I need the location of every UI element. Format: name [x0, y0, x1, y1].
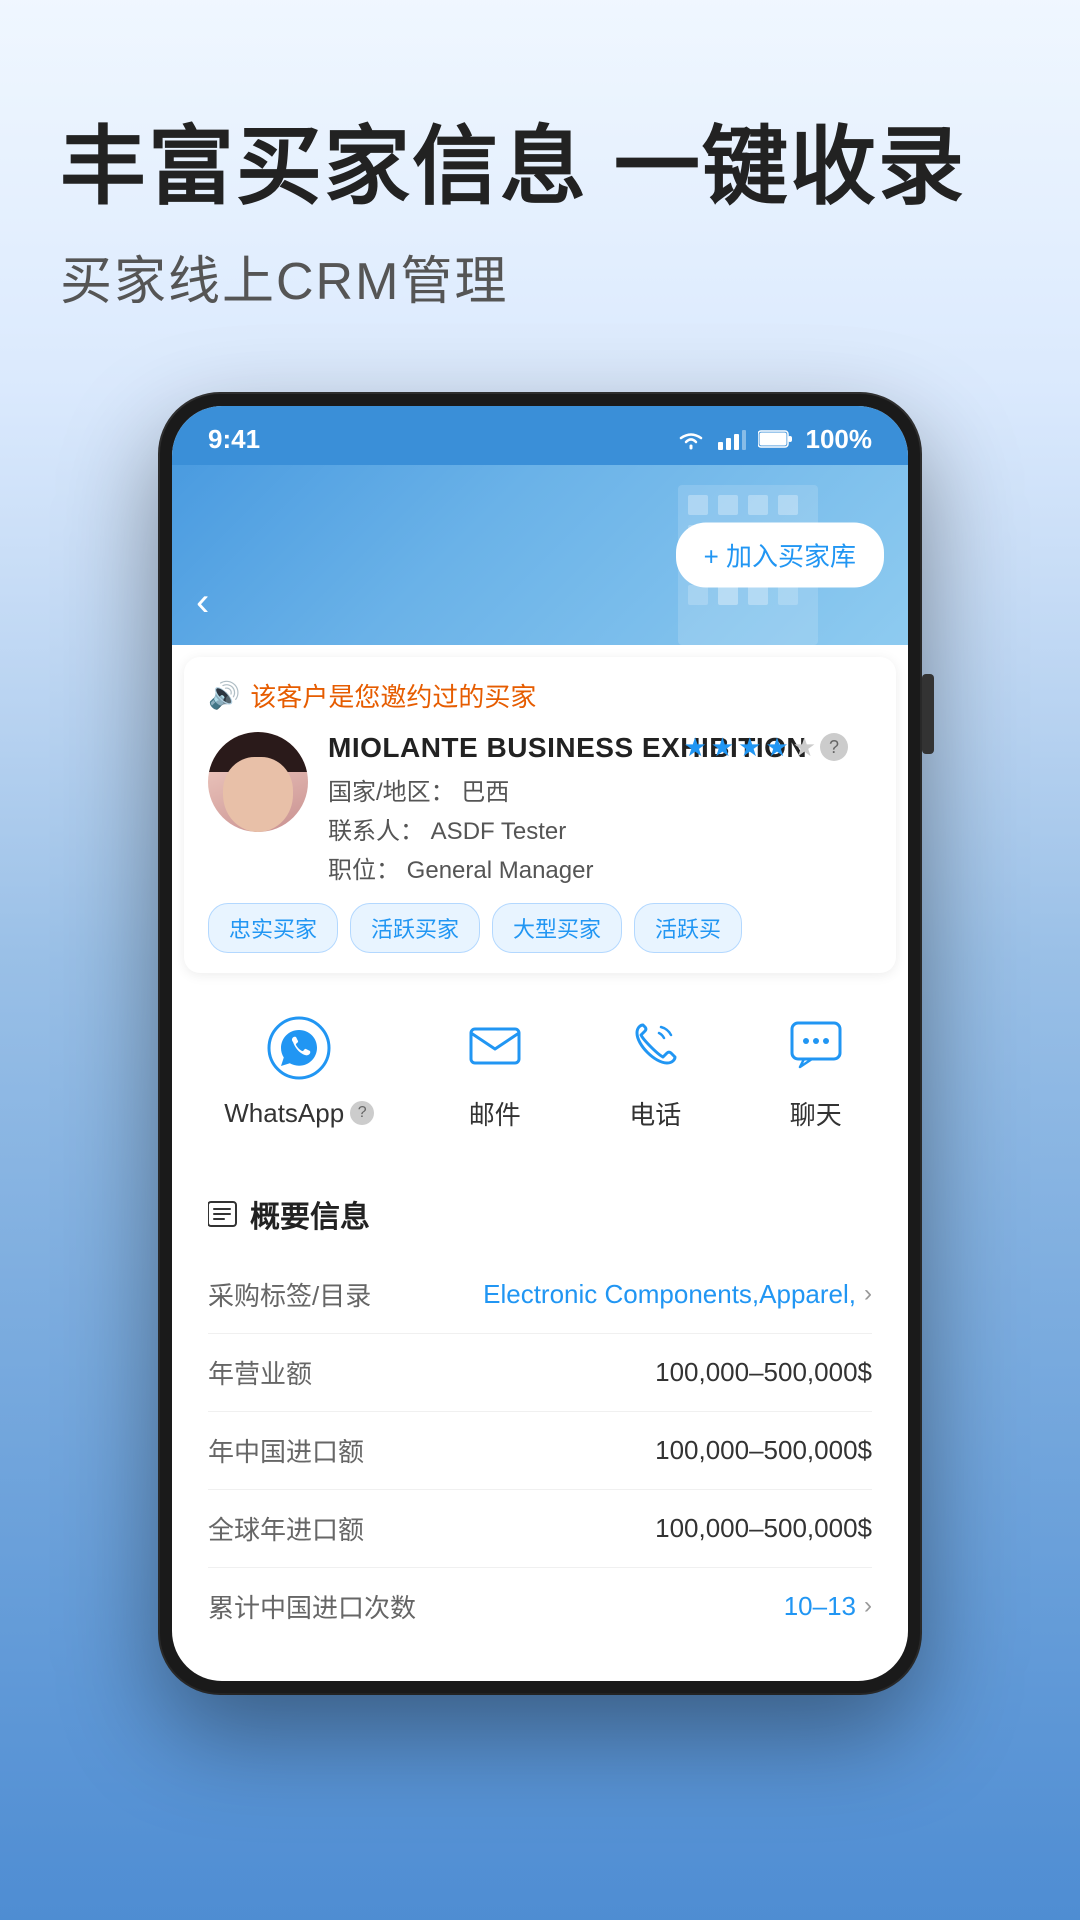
- avatar: [208, 732, 308, 832]
- phone-icon: [623, 1013, 687, 1077]
- contact-label: 联系人：: [328, 818, 424, 845]
- page-content: 丰富买家信息 一键收录 买家线上CRM管理 9:41: [0, 0, 1080, 1733]
- country-row: 国家/地区： 巴西: [328, 772, 872, 807]
- phone-side-button: [922, 674, 934, 754]
- hero-subtitle: 买家线上CRM管理: [60, 239, 1020, 314]
- action-email[interactable]: 邮件: [455, 1005, 535, 1132]
- chevron-icon-4: ›: [864, 1592, 872, 1620]
- back-button[interactable]: ‹: [196, 580, 209, 625]
- info-row-2: 年中国进口额 100,000–500,000$: [208, 1412, 872, 1490]
- info-section-title: 概要信息: [208, 1192, 872, 1236]
- country-value: 巴西: [461, 779, 509, 806]
- avatar-face-inner: [223, 757, 293, 832]
- battery-percent: 100%: [806, 424, 873, 455]
- wifi-icon: [676, 428, 706, 450]
- info-value-4: 10–13 ›: [784, 1591, 872, 1622]
- action-whatsapp[interactable]: WhatsApp ?: [224, 1008, 374, 1129]
- notice-text: 该客户是您邀约过的买家: [250, 677, 536, 714]
- list-icon: [208, 1199, 238, 1229]
- phone-wrapper: 9:41: [60, 394, 1020, 1693]
- action-row: WhatsApp ?: [184, 1005, 896, 1132]
- info-label-0: 采购标签/目录: [208, 1276, 371, 1313]
- info-label-2: 年中国进口额: [208, 1432, 364, 1469]
- country-label: 国家/地区：: [328, 779, 455, 806]
- action-card: WhatsApp ?: [184, 985, 896, 1156]
- whatsapp-icon: [267, 1016, 331, 1080]
- status-time: 9:41: [208, 424, 260, 455]
- chevron-icon-0: ›: [864, 1280, 872, 1308]
- info-label-3: 全球年进口额: [208, 1510, 364, 1547]
- info-value-1: 100,000–500,000$: [655, 1357, 872, 1388]
- info-value-3: 100,000–500,000$: [655, 1513, 872, 1544]
- rating-stars: ★ ★ ★ ★ ★ ?: [683, 732, 848, 763]
- contact-value: ASDF Tester: [431, 818, 567, 845]
- info-row-4[interactable]: 累计中国进口次数 10–13 ›: [208, 1568, 872, 1645]
- hero-section: 丰富买家信息 一键收录 买家线上CRM管理: [60, 120, 1020, 314]
- add-buyer-button[interactable]: + 加入买家库: [676, 522, 884, 587]
- battery-icon: [758, 429, 794, 449]
- info-label-4: 累计中国进口次数: [208, 1588, 416, 1625]
- star-2: ★: [711, 732, 734, 763]
- action-phone[interactable]: 电话: [615, 1005, 695, 1132]
- whatsapp-icon-circle: [259, 1008, 339, 1088]
- star-5: ★: [793, 732, 816, 763]
- star-1: ★: [683, 732, 706, 763]
- phone-frame: 9:41: [160, 394, 920, 1693]
- status-icons: 100%: [676, 424, 873, 455]
- info-value-0: Electronic Components,Apparel, ›: [483, 1279, 872, 1310]
- customer-notice: 🔊 该客户是您邀约过的买家: [208, 677, 872, 714]
- info-row-0[interactable]: 采购标签/目录 Electronic Components,Apparel, ›: [208, 1256, 872, 1334]
- customer-card: 🔊 该客户是您邀约过的买家 MIOLANTE BUSINESS EXHIBITI…: [184, 657, 896, 973]
- position-value: General Manager: [407, 857, 594, 884]
- info-row-1: 年营业额 100,000–500,000$: [208, 1334, 872, 1412]
- whatsapp-help-icon[interactable]: ?: [350, 1101, 374, 1125]
- phone-label: 电话: [629, 1095, 681, 1132]
- phone-header: ‹ + 加入买家库: [172, 465, 908, 645]
- whatsapp-label: WhatsApp ?: [224, 1098, 374, 1129]
- chat-icon: [784, 1013, 848, 1077]
- tag-loyal: 忠实买家: [208, 903, 338, 953]
- tag-large: 大型买家: [492, 903, 622, 953]
- position-row: 职位： General Manager: [328, 850, 872, 885]
- tag-active: 活跃买家: [350, 903, 480, 953]
- star-4: ★: [765, 732, 788, 763]
- hero-title: 丰富买家信息 一键收录: [60, 120, 1020, 215]
- chat-label: 聊天: [790, 1095, 842, 1132]
- email-icon: [463, 1013, 527, 1077]
- phone-icon-circle: [615, 1005, 695, 1085]
- rating-help-icon[interactable]: ?: [820, 733, 848, 761]
- action-chat[interactable]: 聊天: [776, 1005, 856, 1132]
- email-label: 邮件: [469, 1095, 521, 1132]
- position-label: 职位：: [328, 857, 400, 884]
- info-value-2: 100,000–500,000$: [655, 1435, 872, 1466]
- star-3: ★: [738, 732, 761, 763]
- chat-icon-circle: [776, 1005, 856, 1085]
- customer-tags: 忠实买家 活跃买家 大型买家 活跃买: [208, 903, 872, 953]
- notice-speaker-icon: 🔊: [208, 680, 240, 711]
- info-label-1: 年营业额: [208, 1354, 312, 1391]
- customer-info: MIOLANTE BUSINESS EXHIBITION 国家/地区： 巴西 联…: [208, 732, 872, 889]
- phone-inner: 9:41: [172, 406, 908, 1681]
- status-bar: 9:41: [172, 406, 908, 465]
- signal-icon: [718, 428, 746, 450]
- info-row-3: 全球年进口额 100,000–500,000$: [208, 1490, 872, 1568]
- email-icon-circle: [455, 1005, 535, 1085]
- tag-active2: 活跃买: [634, 903, 742, 953]
- contact-row: 联系人： ASDF Tester: [328, 811, 872, 846]
- info-card: 概要信息 采购标签/目录 Electronic Components,Appar…: [184, 1168, 896, 1669]
